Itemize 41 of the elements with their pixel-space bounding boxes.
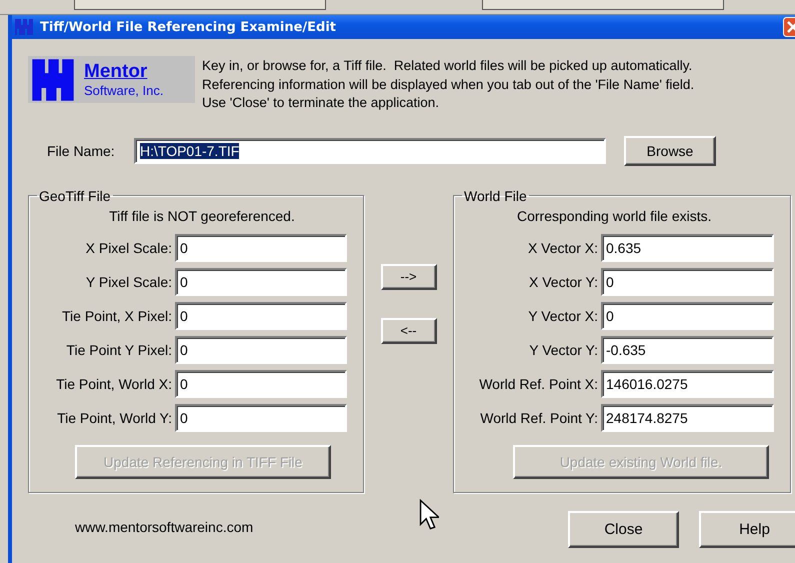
value-field[interactable]: 0 — [601, 302, 774, 330]
field-label: World Ref. Point X: — [479, 376, 598, 392]
window-title: Tiff/World File Referencing Examine/Edit — [40, 20, 336, 34]
group-title: World File — [463, 188, 528, 204]
field-label: X Pixel Scale: — [86, 240, 172, 256]
field-label: Tie Point, World Y: — [57, 410, 172, 426]
field-label: X Vector Y: — [528, 274, 598, 290]
value-field[interactable]: 0 — [601, 268, 774, 296]
dialog-button[interactable]: Help — [699, 510, 795, 548]
value-field[interactable]: 248174.8275 — [601, 404, 774, 432]
value-field[interactable]: -0.635 — [601, 336, 774, 364]
field-label: X Vector X: — [528, 240, 598, 256]
status-text: Corresponding world file exists. — [516, 208, 713, 224]
field-label: File Name: — [47, 142, 116, 158]
value-field[interactable]: 0 — [175, 302, 347, 330]
value-field[interactable]: 0.635 — [601, 234, 774, 262]
value-field[interactable]: 0 — [175, 404, 347, 432]
value-field[interactable]: 0 — [175, 268, 347, 296]
mouse-pointer-icon — [419, 499, 439, 530]
field-label: World Ref. Point Y: — [480, 410, 598, 426]
field-label: Y Vector Y: — [529, 342, 598, 358]
field-label: Tie Point, World X: — [56, 376, 172, 392]
instructions-text: Key in, or browse for, a Tiff file. Related world files will be picked up automatically. Referencing information will be displayed when you tab out of the 'File Name' field. Use 'Close' to terminate the application. — [202, 57, 694, 112]
value-field[interactable]: 0 — [175, 336, 347, 364]
value-field[interactable]: 146016.0275 — [601, 370, 774, 398]
transfer-button[interactable]: <-- — [380, 318, 436, 344]
field-label: Tie Point, X Pixel: — [62, 308, 172, 324]
browse-button[interactable]: Browse — [624, 136, 716, 166]
app-logo-icon — [14, 17, 34, 37]
website-link[interactable]: www.mentorsoftwareinc.com — [75, 518, 254, 534]
value-field[interactable]: 0 — [175, 370, 347, 398]
value-field[interactable]: 0 — [175, 234, 347, 262]
file-name-field[interactable]: H:\TOP01-7.TIF — [134, 138, 606, 164]
field-label: Tie Point Y Pixel: — [66, 342, 172, 358]
dialog-button[interactable]: Close — [568, 510, 679, 548]
group-title: GeoTiff File — [38, 188, 112, 204]
field-label: Y Vector X: — [528, 308, 598, 324]
status-text: Tiff file is NOT georeferenced. — [108, 208, 296, 224]
company-logo: Mentor Software, Inc. — [28, 56, 195, 103]
transfer-button[interactable]: --> — [380, 264, 436, 290]
field-label: Y Pixel Scale: — [86, 274, 172, 290]
